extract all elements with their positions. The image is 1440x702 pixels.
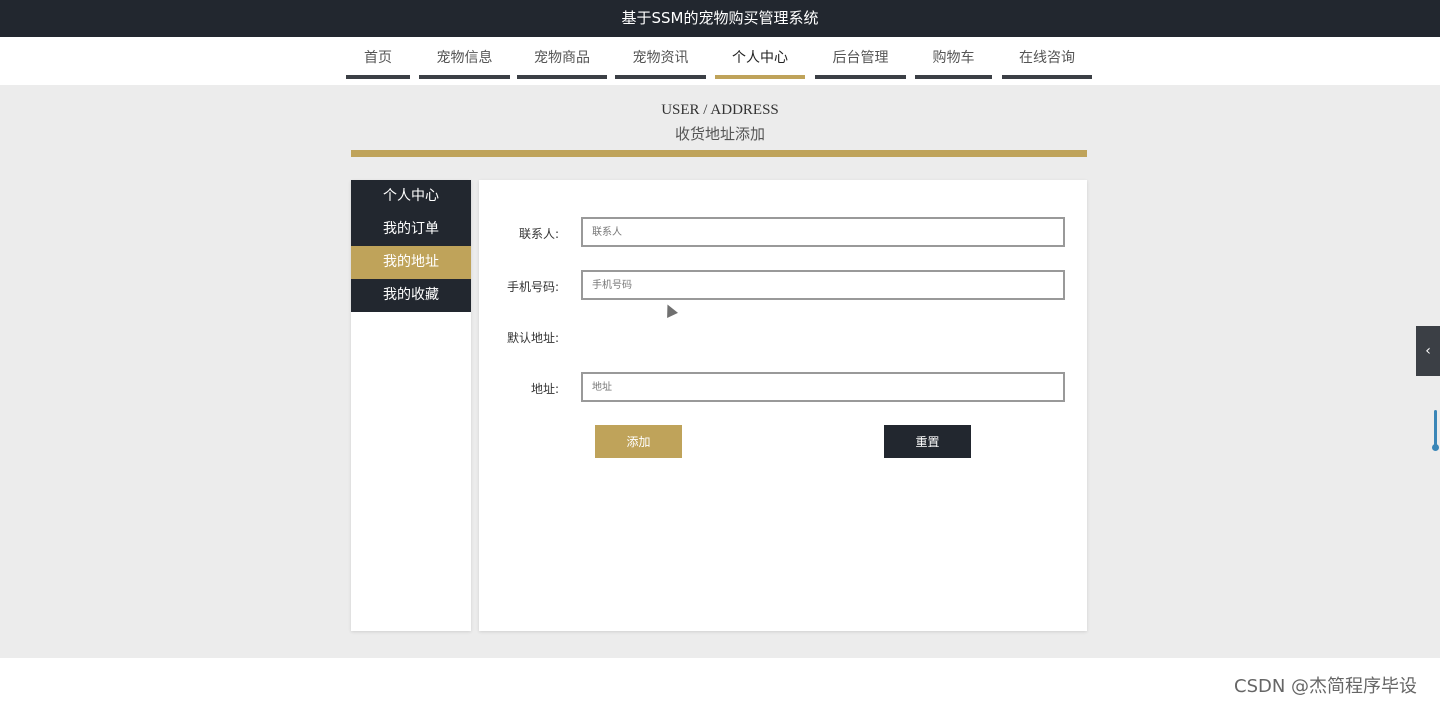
nav-item-label: 后台管理 (832, 50, 889, 66)
nav-item-consult[interactable]: 在线咨询 (1002, 37, 1092, 79)
phone-field[interactable] (581, 270, 1065, 300)
add-button[interactable]: 添加 (595, 425, 682, 458)
address-field[interactable] (581, 372, 1065, 402)
nav-item-label: 个人中心 (732, 50, 788, 66)
sidebar-item-my-favorites[interactable]: 我的收藏 (351, 279, 471, 312)
nav-item-label: 宠物资讯 (632, 50, 689, 66)
nav-item-underline (715, 75, 805, 79)
nav-item-cart[interactable]: 购物车 (915, 37, 992, 79)
nav-item-underline (346, 75, 410, 79)
page-title-en: USER / ADDRESS (661, 102, 779, 118)
nav-item-underline (615, 75, 706, 79)
user-sidebar: 个人中心 我的订单 我的地址 我的收藏 (351, 180, 471, 631)
main-content: USER / ADDRESS 收货地址添加 个人中心 我的订单 我的地址 我的收… (0, 85, 1440, 658)
nav-item-underline (517, 75, 607, 79)
expand-panel-tab[interactable]: ‹ (1416, 326, 1440, 376)
nav-item-pet-news[interactable]: 宠物资讯 (615, 37, 706, 79)
page-title-cn: 收货地址添加 (674, 127, 765, 143)
nav-item-underline (419, 75, 510, 79)
title-divider (351, 150, 1087, 157)
address-form: 联系人: 手机号码: 默认地址: 地址: 添加 重置 (479, 180, 1087, 631)
nav-item-pet-info[interactable]: 宠物信息 (419, 37, 510, 79)
nav-item-label: 宠物信息 (436, 50, 493, 66)
nav-item-underline (1002, 75, 1092, 79)
nav-item-underline (815, 75, 906, 79)
watermark: CSDN @杰简程序毕设 (1234, 676, 1418, 697)
nav-item-personal-center[interactable]: 个人中心 (715, 37, 805, 79)
nav-item-home[interactable]: 首页 (346, 37, 410, 79)
sidebar-item-my-orders[interactable]: 我的订单 (351, 213, 471, 246)
contact-label: 联系人: (518, 227, 559, 241)
contact-field[interactable] (581, 217, 1065, 247)
nav-item-pet-products[interactable]: 宠物商品 (517, 37, 607, 79)
chevron-left-icon: ‹ (1425, 343, 1431, 359)
nav-item-label: 购物车 (932, 50, 975, 66)
nav-item-admin[interactable]: 后台管理 (815, 37, 906, 79)
main-nav: 首页 宠物信息 宠物商品 宠物资讯 个人中心 后台管理 购物车 在线咨询 (0, 37, 1440, 85)
phone-label: 手机号码: (506, 280, 559, 294)
default-address-label: 默认地址: (506, 331, 559, 345)
nav-item-underline (915, 75, 992, 79)
sidebar-item-my-address[interactable]: 我的地址 (351, 246, 471, 279)
address-label: 地址: (530, 382, 559, 396)
nav-item-label: 首页 (364, 50, 392, 66)
scrollbar-handle[interactable] (1432, 444, 1439, 451)
nav-item-label: 宠物商品 (534, 50, 590, 66)
scrollbar-thumb[interactable] (1434, 410, 1437, 448)
site-title: 基于SSM的宠物购买管理系统 (621, 9, 819, 27)
site-header: 基于SSM的宠物购买管理系统 (0, 0, 1440, 37)
nav-item-label: 在线咨询 (1019, 50, 1075, 66)
sidebar-item-personal-center[interactable]: 个人中心 (351, 180, 471, 213)
reset-button[interactable]: 重置 (884, 425, 971, 458)
